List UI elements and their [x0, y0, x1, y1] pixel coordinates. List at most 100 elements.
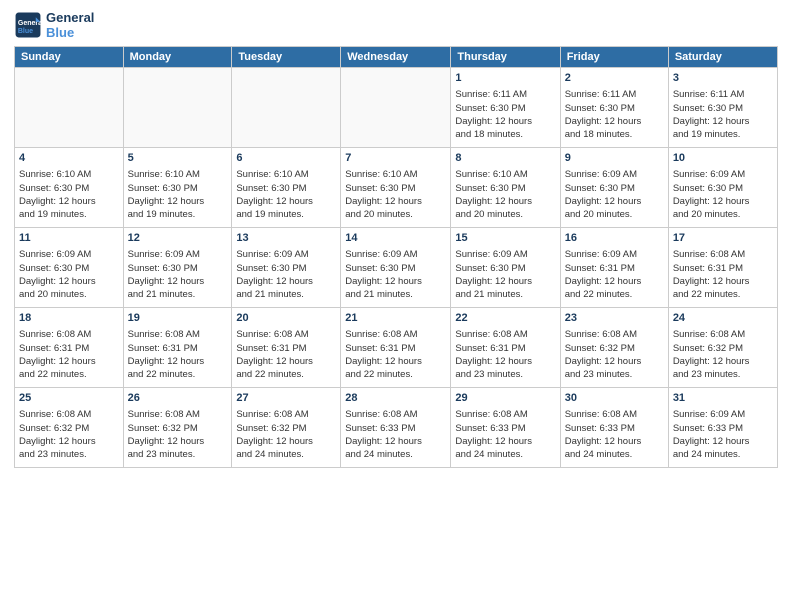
day-info: and 18 minutes. — [455, 128, 555, 141]
day-info: and 22 minutes. — [565, 288, 664, 301]
calendar-cell: 28Sunrise: 6:08 AMSunset: 6:33 PMDayligh… — [341, 388, 451, 468]
day-info: and 24 minutes. — [565, 448, 664, 461]
calendar-table: SundayMondayTuesdayWednesdayThursdayFrid… — [14, 46, 778, 468]
day-info: Sunrise: 6:09 AM — [565, 168, 664, 181]
day-info: Sunrise: 6:09 AM — [673, 408, 773, 421]
day-info: and 24 minutes. — [345, 448, 446, 461]
day-number: 6 — [236, 151, 336, 166]
day-number: 7 — [345, 151, 446, 166]
day-info: Daylight: 12 hours — [345, 355, 446, 368]
calendar-cell: 16Sunrise: 6:09 AMSunset: 6:31 PMDayligh… — [560, 228, 668, 308]
day-info: Daylight: 12 hours — [128, 355, 228, 368]
day-info: Daylight: 12 hours — [673, 275, 773, 288]
day-info: and 19 minutes. — [673, 128, 773, 141]
day-info: Daylight: 12 hours — [128, 435, 228, 448]
day-number: 20 — [236, 311, 336, 326]
day-info: and 22 minutes. — [19, 368, 119, 381]
logo-text: General Blue — [46, 10, 94, 40]
calendar-cell: 5Sunrise: 6:10 AMSunset: 6:30 PMDaylight… — [123, 148, 232, 228]
day-info: Sunrise: 6:11 AM — [673, 88, 773, 101]
day-info: and 20 minutes. — [673, 208, 773, 221]
day-number: 4 — [19, 151, 119, 166]
day-info: Sunset: 6:30 PM — [673, 102, 773, 115]
day-info: Sunset: 6:30 PM — [565, 182, 664, 195]
day-info: Sunrise: 6:08 AM — [345, 328, 446, 341]
day-info: Sunset: 6:30 PM — [565, 102, 664, 115]
day-number: 25 — [19, 391, 119, 406]
day-info: Sunset: 6:30 PM — [345, 262, 446, 275]
calendar-cell: 3Sunrise: 6:11 AMSunset: 6:30 PMDaylight… — [668, 68, 777, 148]
day-number: 15 — [455, 231, 555, 246]
day-info: Sunset: 6:30 PM — [673, 182, 773, 195]
day-info: Sunrise: 6:08 AM — [19, 328, 119, 341]
day-info: and 19 minutes. — [19, 208, 119, 221]
day-info: Daylight: 12 hours — [673, 355, 773, 368]
day-info: Sunrise: 6:10 AM — [236, 168, 336, 181]
day-info: and 23 minutes. — [19, 448, 119, 461]
day-info: Sunrise: 6:08 AM — [236, 328, 336, 341]
day-info: Sunset: 6:30 PM — [236, 182, 336, 195]
calendar-cell: 26Sunrise: 6:08 AMSunset: 6:32 PMDayligh… — [123, 388, 232, 468]
calendar-week-row: 11Sunrise: 6:09 AMSunset: 6:30 PMDayligh… — [15, 228, 778, 308]
day-info: Sunset: 6:30 PM — [128, 262, 228, 275]
day-info: Daylight: 12 hours — [565, 195, 664, 208]
day-info: Daylight: 12 hours — [565, 435, 664, 448]
day-info: Daylight: 12 hours — [455, 275, 555, 288]
day-info: and 20 minutes. — [565, 208, 664, 221]
day-info: Daylight: 12 hours — [455, 195, 555, 208]
day-number: 1 — [455, 71, 555, 86]
day-info: Sunrise: 6:09 AM — [19, 248, 119, 261]
day-info: and 24 minutes. — [673, 448, 773, 461]
day-info: Daylight: 12 hours — [345, 275, 446, 288]
day-info: Sunrise: 6:09 AM — [673, 168, 773, 181]
day-info: Daylight: 12 hours — [673, 195, 773, 208]
day-number: 22 — [455, 311, 555, 326]
day-info: Daylight: 12 hours — [19, 355, 119, 368]
day-info: Sunset: 6:30 PM — [455, 182, 555, 195]
day-number: 14 — [345, 231, 446, 246]
day-info: and 21 minutes. — [236, 288, 336, 301]
day-number: 18 — [19, 311, 119, 326]
day-info: Daylight: 12 hours — [19, 435, 119, 448]
day-info: Daylight: 12 hours — [345, 435, 446, 448]
day-info: Sunrise: 6:11 AM — [565, 88, 664, 101]
calendar-cell: 17Sunrise: 6:08 AMSunset: 6:31 PMDayligh… — [668, 228, 777, 308]
calendar-week-row: 25Sunrise: 6:08 AMSunset: 6:32 PMDayligh… — [15, 388, 778, 468]
day-info: and 22 minutes. — [673, 288, 773, 301]
day-info: Daylight: 12 hours — [673, 115, 773, 128]
day-number: 31 — [673, 391, 773, 406]
calendar-cell: 15Sunrise: 6:09 AMSunset: 6:30 PMDayligh… — [451, 228, 560, 308]
day-header-sunday: Sunday — [15, 47, 124, 68]
day-info: and 22 minutes. — [236, 368, 336, 381]
day-number: 26 — [128, 391, 228, 406]
day-info: and 18 minutes. — [565, 128, 664, 141]
day-number: 16 — [565, 231, 664, 246]
calendar-page: General Blue General Blue SundayMondayTu… — [0, 0, 792, 612]
calendar-cell: 2Sunrise: 6:11 AMSunset: 6:30 PMDaylight… — [560, 68, 668, 148]
day-info: and 24 minutes. — [236, 448, 336, 461]
day-info: Daylight: 12 hours — [19, 275, 119, 288]
calendar-week-row: 1Sunrise: 6:11 AMSunset: 6:30 PMDaylight… — [15, 68, 778, 148]
day-info: Sunrise: 6:08 AM — [236, 408, 336, 421]
day-info: and 21 minutes. — [345, 288, 446, 301]
day-info: Sunset: 6:30 PM — [345, 182, 446, 195]
day-info: Sunset: 6:31 PM — [128, 342, 228, 355]
calendar-cell: 22Sunrise: 6:08 AMSunset: 6:31 PMDayligh… — [451, 308, 560, 388]
day-info: Sunset: 6:32 PM — [19, 422, 119, 435]
calendar-cell: 30Sunrise: 6:08 AMSunset: 6:33 PMDayligh… — [560, 388, 668, 468]
day-number: 23 — [565, 311, 664, 326]
day-info: Daylight: 12 hours — [673, 435, 773, 448]
day-number: 17 — [673, 231, 773, 246]
calendar-cell: 4Sunrise: 6:10 AMSunset: 6:30 PMDaylight… — [15, 148, 124, 228]
day-header-saturday: Saturday — [668, 47, 777, 68]
day-info: Daylight: 12 hours — [345, 195, 446, 208]
day-number: 13 — [236, 231, 336, 246]
calendar-cell: 7Sunrise: 6:10 AMSunset: 6:30 PMDaylight… — [341, 148, 451, 228]
day-info: Sunset: 6:30 PM — [19, 182, 119, 195]
day-info: Sunrise: 6:08 AM — [345, 408, 446, 421]
day-info: Daylight: 12 hours — [565, 115, 664, 128]
day-number: 24 — [673, 311, 773, 326]
day-info: and 20 minutes. — [455, 208, 555, 221]
calendar-cell: 14Sunrise: 6:09 AMSunset: 6:30 PMDayligh… — [341, 228, 451, 308]
svg-text:Blue: Blue — [18, 28, 33, 35]
